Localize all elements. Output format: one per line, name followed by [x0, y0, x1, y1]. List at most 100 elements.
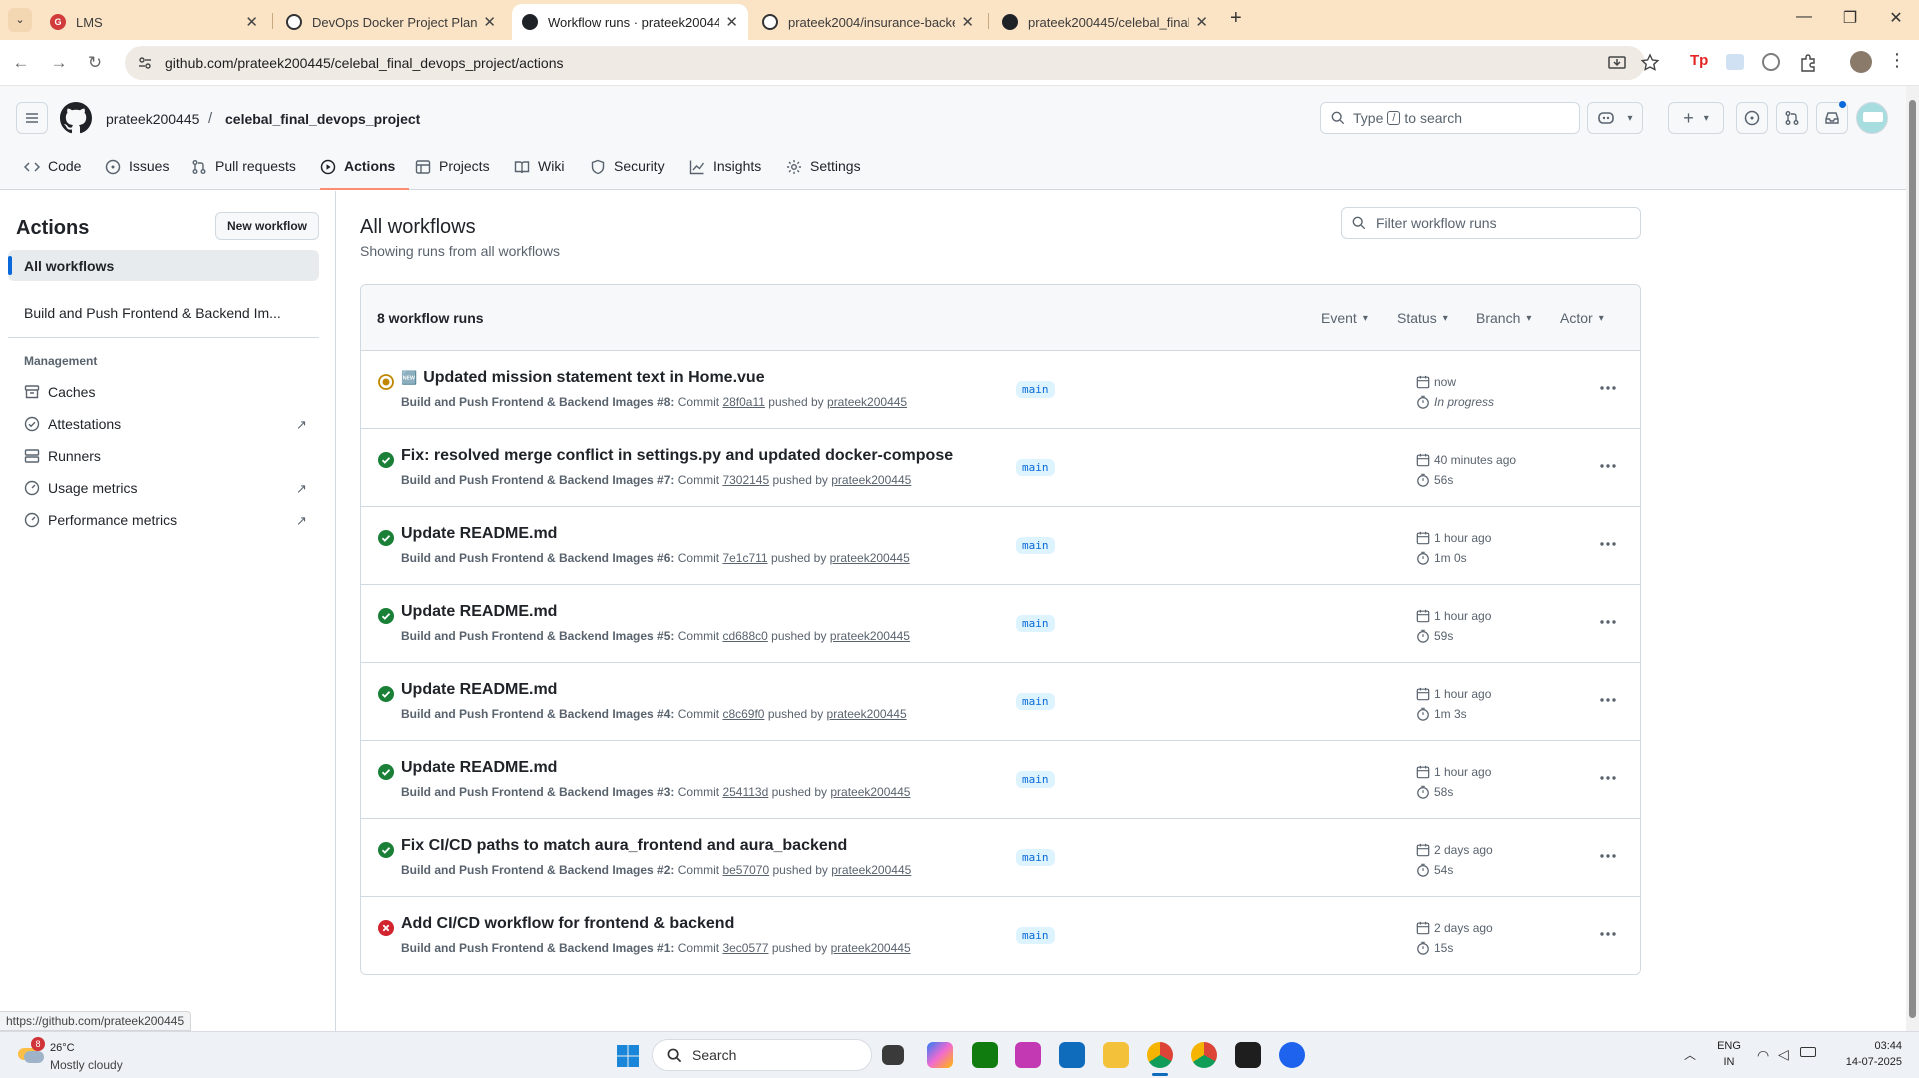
pull-requests-button[interactable]	[1776, 102, 1808, 134]
close-window-button[interactable]: ✕	[1884, 8, 1908, 28]
extensions-puzzle-icon[interactable]	[1798, 53, 1818, 73]
sidebar-item-attestations[interactable]: Attestations	[24, 416, 121, 432]
user-avatar[interactable]	[1856, 102, 1888, 134]
copilot-button[interactable]: ▾	[1587, 102, 1643, 134]
workflow-run-row[interactable]: Fix: resolved merge conflict in settings…	[361, 429, 1640, 507]
issues-button[interactable]	[1736, 102, 1768, 134]
taskbar-search-input[interactable]: Search	[652, 1039, 872, 1071]
search-input[interactable]: Type / to search	[1320, 102, 1580, 134]
close-icon[interactable]: ✕	[1195, 13, 1208, 31]
sidebar-item-runners[interactable]: Runners	[24, 448, 101, 464]
sidebar-item-caches[interactable]: Caches	[24, 384, 95, 400]
tab-pull-requests[interactable]: Pull requests	[191, 150, 296, 190]
tab-security[interactable]: Security	[590, 150, 665, 190]
profile-avatar[interactable]	[1850, 51, 1872, 73]
workflow-run-row[interactable]: Add CI/CD workflow for frontend & backen…	[361, 897, 1640, 974]
github-logo-icon[interactable]	[60, 102, 92, 134]
kebab-horizontal-icon[interactable]	[1599, 697, 1617, 703]
commit-sha-link[interactable]: be57070	[722, 863, 769, 877]
sidebar-item-workflow[interactable]: Build and Push Frontend & Backend Im...	[24, 305, 281, 321]
status-filter-dropdown[interactable]: Status ▾	[1397, 310, 1448, 326]
close-icon[interactable]: ✕	[245, 13, 258, 31]
filter-runs-input[interactable]: Filter workflow runs	[1341, 207, 1641, 239]
chrome-app-icon[interactable]	[1147, 1042, 1173, 1068]
branch-badge[interactable]: main	[1016, 849, 1055, 866]
create-new-button[interactable]: + ▾	[1668, 102, 1724, 134]
branch-badge[interactable]: main	[1016, 615, 1055, 632]
kebab-horizontal-icon[interactable]	[1599, 775, 1617, 781]
new-tab-button[interactable]: +	[1230, 7, 1242, 30]
commit-sha-link[interactable]: 28f0a11	[722, 395, 765, 409]
kebab-horizontal-icon[interactable]	[1599, 463, 1617, 469]
sidebar-item-performance-metrics[interactable]: Performance metrics	[24, 512, 177, 528]
tab-search-button[interactable]: ⌄	[8, 8, 32, 32]
address-bar[interactable]: github.com/prateek200445/celebal_final_d…	[125, 46, 1645, 80]
back-button[interactable]: ←	[8, 50, 34, 76]
new-workflow-button[interactable]: New workflow	[215, 212, 319, 240]
tab-actions[interactable]: Actions	[320, 150, 410, 190]
extension-chart-icon[interactable]	[1726, 54, 1744, 70]
clock-time[interactable]: 03:44	[1836, 1040, 1902, 1052]
copilot-app-icon[interactable]	[927, 1042, 953, 1068]
sidebar-item-all-workflows[interactable]: All workflows	[8, 250, 319, 281]
run-title-link[interactable]: Update README.md	[401, 525, 557, 543]
workflow-run-row[interactable]: Update README.md Build and Push Frontend…	[361, 741, 1640, 819]
commit-sha-link[interactable]: 7302145	[722, 473, 769, 487]
commit-sha-link[interactable]: 3ec0577	[722, 941, 768, 955]
browser-tab-workflow-runs[interactable]: Workflow runs · prateek200445 ✕	[512, 4, 748, 40]
tab-issues[interactable]: Issues	[105, 150, 169, 190]
chrome-profile-app-icon[interactable]	[1191, 1042, 1217, 1068]
run-title-link[interactable]: Update README.md	[401, 603, 557, 621]
windows-start-icon[interactable]	[616, 1044, 640, 1068]
run-title-link[interactable]: Add CI/CD workflow for frontend & backen…	[401, 915, 734, 933]
run-title-link[interactable]: Fix CI/CD paths to match aura_frontend a…	[401, 837, 847, 855]
browser-tab-insurance-backend[interactable]: prateek2004/insurance-backend ✕	[752, 4, 984, 40]
commit-sha-link[interactable]: cd688c0	[722, 629, 767, 643]
tab-insights[interactable]: Insights	[689, 150, 761, 190]
bookmark-star-icon[interactable]	[1640, 53, 1660, 73]
volume-icon[interactable]: ◁	[1778, 1046, 1789, 1063]
xbox-app-icon[interactable]	[972, 1042, 998, 1068]
workflow-run-row[interactable]: Update README.md Build and Push Frontend…	[361, 663, 1640, 741]
teams-app-icon[interactable]	[1015, 1042, 1041, 1068]
minimize-button[interactable]: —	[1792, 8, 1816, 26]
page-scrollbar[interactable]	[1906, 86, 1919, 1031]
workflow-run-row[interactable]: Update README.md Build and Push Frontend…	[361, 585, 1640, 663]
owner-link[interactable]: prateek200445	[106, 111, 199, 127]
kebab-horizontal-icon[interactable]	[1599, 385, 1617, 391]
store-app-icon[interactable]	[1059, 1042, 1085, 1068]
actor-link[interactable]: prateek200445	[830, 629, 910, 643]
close-icon[interactable]: ✕	[725, 13, 738, 31]
restore-button[interactable]: ❐	[1838, 8, 1862, 28]
browser-menu-icon[interactable]: ⋮	[1888, 50, 1906, 71]
run-title-link[interactable]: Update README.md	[401, 759, 557, 777]
battery-icon[interactable]	[1800, 1047, 1816, 1057]
actor-link[interactable]: prateek200445	[831, 941, 911, 955]
run-title-link[interactable]: Update README.md	[401, 681, 557, 699]
site-info-icon[interactable]	[137, 55, 153, 71]
tab-settings[interactable]: Settings	[786, 150, 861, 190]
repo-name-link[interactable]: celebal_final_devops_project	[225, 111, 420, 127]
actor-link[interactable]: prateek200445	[830, 785, 910, 799]
event-filter-dropdown[interactable]: Event ▾	[1321, 310, 1368, 326]
actor-filter-dropdown[interactable]: Actor ▾	[1560, 310, 1604, 326]
run-title-link[interactable]: Fix: resolved merge conflict in settings…	[401, 447, 953, 465]
branch-badge[interactable]: main	[1016, 693, 1055, 710]
browser-tab-devops-plan[interactable]: DevOps Docker Project Plan ✕	[276, 4, 506, 40]
sidebar-item-usage-metrics[interactable]: Usage metrics	[24, 480, 137, 496]
commit-sha-link[interactable]: 254113d	[722, 785, 768, 799]
hamburger-menu-button[interactable]	[16, 102, 48, 134]
workflow-run-row[interactable]: Update README.md Build and Push Frontend…	[361, 507, 1640, 585]
commit-sha-link[interactable]: c8c69f0	[722, 707, 764, 721]
branch-filter-dropdown[interactable]: Branch ▾	[1476, 310, 1531, 326]
actor-link[interactable]: prateek200445	[831, 863, 911, 877]
tp-extension-icon[interactable]: Tp	[1690, 52, 1708, 69]
actor-link[interactable]: prateek200445	[831, 473, 911, 487]
tab-wiki[interactable]: Wiki	[514, 150, 564, 190]
branch-badge[interactable]: main	[1016, 927, 1055, 944]
branch-badge[interactable]: main	[1016, 537, 1055, 554]
tab-code[interactable]: Code	[24, 150, 81, 190]
clock-date[interactable]: 14-07-2025	[1836, 1056, 1902, 1068]
branch-badge[interactable]: main	[1016, 771, 1055, 788]
input-region[interactable]: IN	[1717, 1056, 1741, 1068]
